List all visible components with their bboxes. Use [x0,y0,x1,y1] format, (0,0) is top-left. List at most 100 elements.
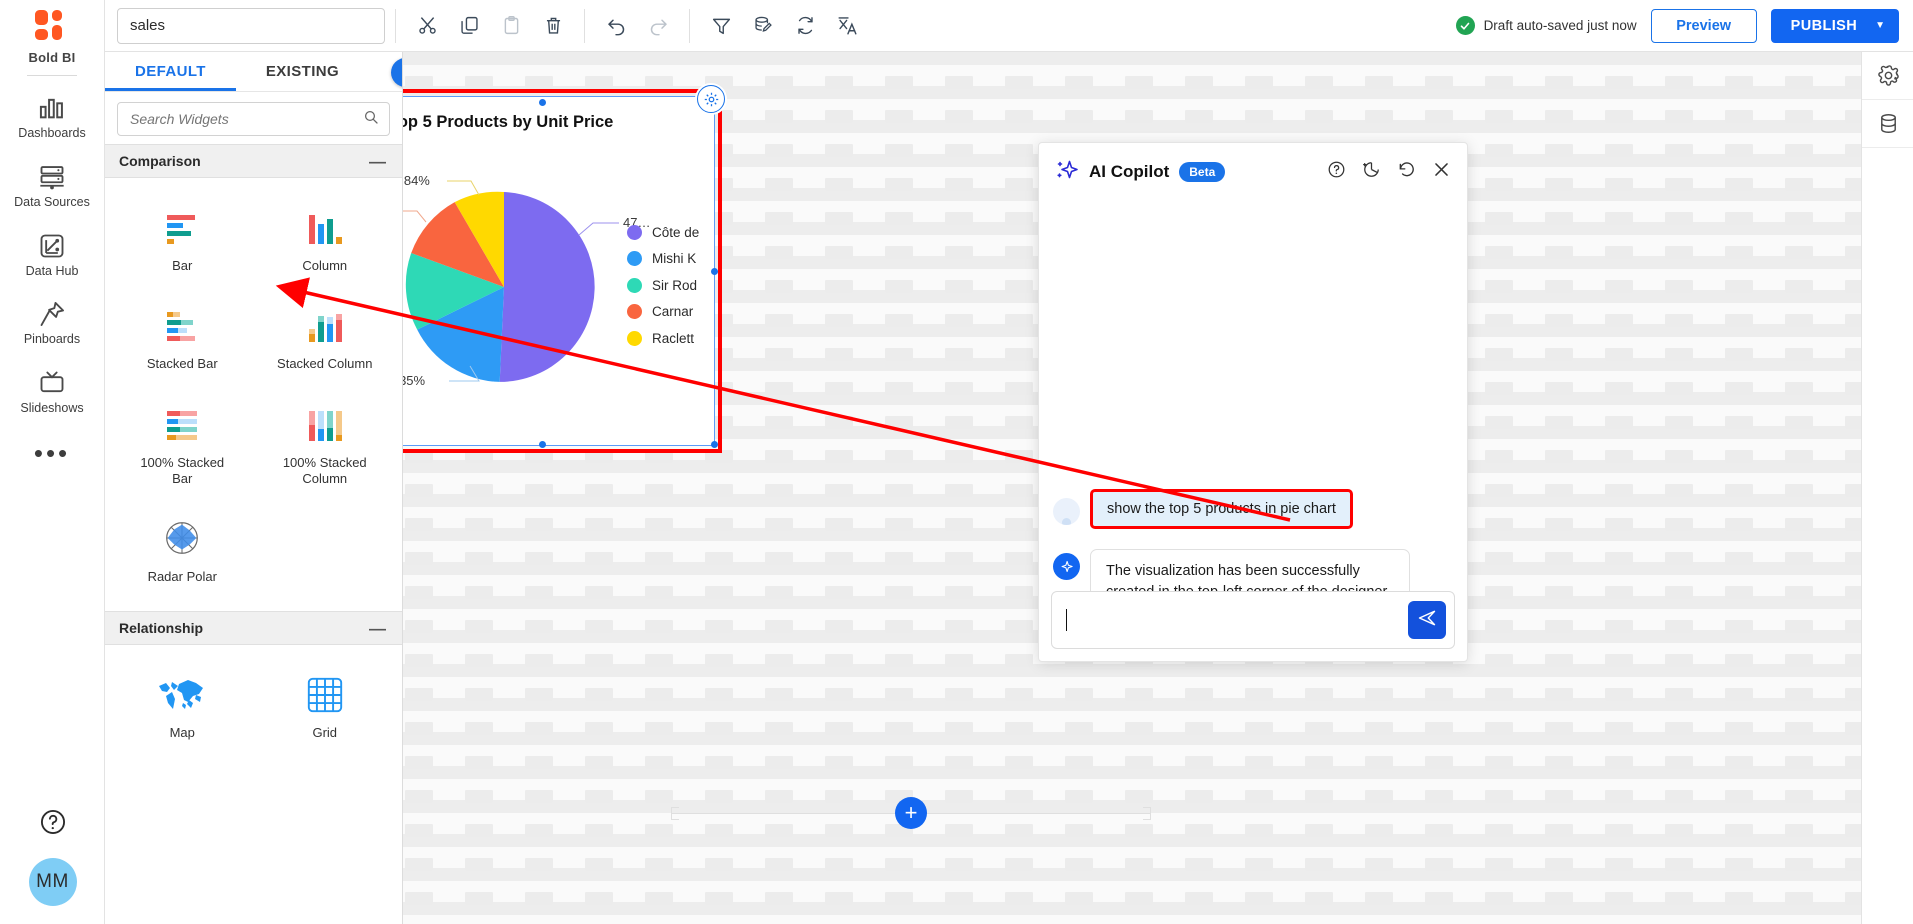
delete-icon[interactable] [532,6,574,46]
pie-data-label-1: 17.35% [403,373,425,388]
widget-label: Stacked Bar [147,356,218,372]
cut-icon[interactable] [406,6,448,46]
resize-handle-br[interactable] [711,441,718,448]
resize-handle-bc[interactable] [539,441,546,448]
widget-settings-gear-icon[interactable] [697,85,725,113]
reset-icon[interactable] [1397,160,1416,184]
pinboards-icon [38,300,66,326]
preview-button[interactable]: Preview [1651,9,1757,43]
legend-color-swatch [627,278,642,293]
group-header-relationship[interactable]: Relationship — [105,611,402,645]
dashboards-icon [38,94,66,120]
close-icon[interactable] [1432,160,1451,184]
legend-item[interactable]: Sir Rod [627,272,715,299]
help-icon[interactable] [1327,160,1346,184]
radar-polar-icon [160,517,204,559]
sidebar-item-slideshows[interactable]: Slideshows [0,357,105,426]
widget-item-grid[interactable]: Grid [254,659,397,757]
bar-chart-icon [160,206,204,248]
search-input[interactable] [128,110,357,128]
sidebar-item-dashboards[interactable]: Dashboards [0,82,105,151]
legend-label: Côte de [652,225,699,240]
legend-label: Sir Rod [652,278,697,293]
widget-item-stacked-bar[interactable]: Stacked Bar [111,290,254,388]
brand[interactable]: Bold BI [29,8,76,65]
insights-icon[interactable] [1362,160,1381,184]
widget-panel: DEFAULT EXISTING Comparison — [105,52,403,924]
copilot-header-actions [1327,160,1451,184]
sidebar-label: Dashboards [18,127,85,141]
chevron-down-icon[interactable]: ▼ [1873,20,1899,31]
left-rail: Bold BI Dashboards Data Sources [0,0,105,924]
widget-label: 100% Stacked Column [275,455,375,488]
undo-icon[interactable] [595,6,637,46]
send-button[interactable] [1408,601,1446,639]
stacked-column-icon [303,304,347,346]
sidebar-label: Data Sources [14,196,90,210]
add-widget-button[interactable]: + [895,797,927,829]
group-header-comparison[interactable]: Comparison — [105,144,402,178]
assistant-message-bubble: The visualization has been successfully … [1090,549,1410,591]
data-edit-icon[interactable] [742,6,784,46]
legend-color-swatch [627,251,642,266]
toolbar-divider [584,9,585,43]
resize-handle-tc[interactable] [539,99,546,106]
pct-stacked-bar-icon [160,403,204,445]
sidebar-item-pinboards[interactable]: Pinboards [0,288,105,357]
pie-chart-widget[interactable]: Top 5 Products by Unit Price 47… 9.84% 1… [403,96,715,446]
widget-label: Stacked Column [277,356,372,372]
avatar[interactable]: MM [29,858,77,906]
redo-icon[interactable] [637,6,679,46]
translate-icon[interactable] [826,6,868,46]
panel-collapse-button[interactable] [391,58,403,87]
legend-item[interactable]: Carnar [627,299,715,326]
widget-item-bar[interactable]: Bar [111,192,254,290]
copilot-input[interactable] [1066,611,1408,629]
resize-handle-mr[interactable] [711,268,718,275]
datasource-icon[interactable] [1862,100,1913,148]
search-widgets-box[interactable] [117,102,390,136]
legend-item[interactable]: Mishi K [627,246,715,273]
help-circle-icon[interactable] [39,808,67,836]
widget-item-100-stacked-column[interactable]: 100% Stacked Column [254,389,397,504]
map-icon [156,673,208,715]
send-icon [1417,608,1437,633]
widget-label: Grid [312,725,337,741]
sidebar-item-data-hub[interactable]: Data Hub [0,220,105,289]
widget-item-radar-polar[interactable]: Radar Polar [111,503,254,601]
search-icon[interactable] [363,109,379,130]
widget-item-100-stacked-bar[interactable]: 100% Stacked Bar [111,389,254,504]
widget-item-column[interactable]: Column [254,192,397,290]
widget-grid-relationship: Map Grid [105,645,402,767]
column-chart-icon [303,206,347,248]
pct-stacked-column-icon [303,403,347,445]
group-collapse-icon[interactable]: — [369,153,386,170]
publish-button[interactable]: PUBLISH ▼ [1771,9,1899,43]
widget-label: Map [170,725,195,741]
paste-icon[interactable] [490,6,532,46]
group-collapse-icon[interactable]: — [369,620,386,637]
filter-icon[interactable] [700,6,742,46]
data-sources-icon [38,163,66,189]
settings-gear-icon[interactable] [1862,52,1913,100]
topbar-right: Draft auto-saved just now Preview PUBLIS… [1456,9,1913,43]
autosave-text: Draft auto-saved just now [1484,18,1637,33]
chart-title: Top 5 Products by Unit Price [403,113,613,132]
sidebar-more-button[interactable]: ••• [34,426,70,468]
widget-item-stacked-column[interactable]: Stacked Column [254,290,397,388]
legend-item[interactable]: Côte de [627,219,715,246]
tab-default[interactable]: DEFAULT [105,52,236,91]
legend-item[interactable]: Raclett [627,325,715,347]
chat-message-assistant: The visualization has been successfully … [1053,549,1410,591]
publish-label: PUBLISH [1771,18,1873,34]
sidebar-label: Pinboards [24,333,80,347]
group-title: Comparison [119,153,201,169]
refresh-icon[interactable] [784,6,826,46]
sidebar-item-data-sources[interactable]: Data Sources [0,151,105,220]
copy-icon[interactable] [448,6,490,46]
tab-existing[interactable]: EXISTING [236,52,369,91]
boldbi-logo-icon [32,8,72,48]
dashboard-name-input[interactable] [117,8,385,44]
widget-item-map[interactable]: Map [111,659,254,757]
copilot-input-row[interactable] [1051,591,1455,649]
